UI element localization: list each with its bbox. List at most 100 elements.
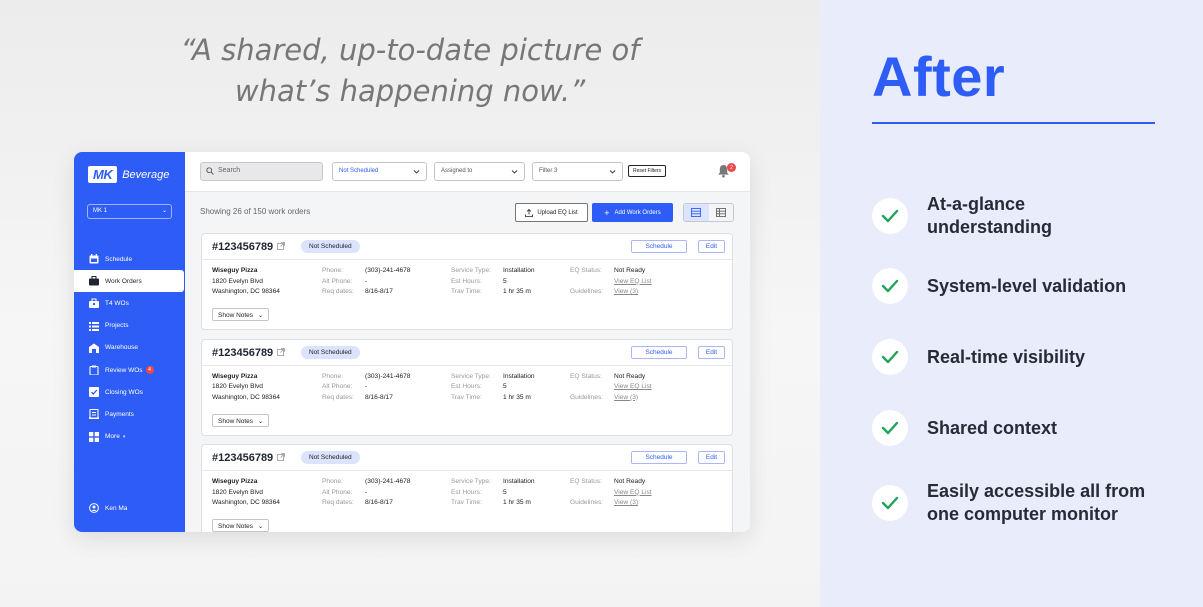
benefit-line-2: one computer monitor: [927, 504, 1119, 524]
check-icon: [872, 268, 908, 304]
work-order-number[interactable]: #123456789: [212, 347, 273, 359]
sidebar-item-warehouse[interactable]: Warehouse: [74, 337, 185, 359]
external-link-icon[interactable]: [277, 242, 285, 250]
external-link-icon[interactable]: [277, 453, 285, 461]
work-order-number[interactable]: #123456789: [212, 452, 273, 464]
sidebar-item-label: Warehouse: [105, 344, 138, 352]
view-guidelines-link[interactable]: View (3): [614, 287, 638, 298]
list-view-button[interactable]: [684, 204, 709, 221]
view-eq-list-link[interactable]: View EQ List: [614, 488, 652, 499]
assigned-filter-select[interactable]: Assigned to: [434, 162, 525, 181]
edit-button[interactable]: Edit: [698, 451, 725, 464]
phone-value: (303)-241-4678: [365, 267, 411, 274]
benefit-text: System-level validation: [927, 275, 1127, 296]
benefit-item: System-level validation: [872, 268, 1177, 304]
chevron-down-icon: ▾: [122, 433, 126, 440]
upload-eq-list-button[interactable]: Upload EQ List: [515, 203, 588, 222]
logo[interactable]: MK Beverage: [88, 166, 169, 183]
benefit-item: Shared context: [872, 410, 1177, 446]
chevron-down-icon: [413, 170, 420, 174]
benefit-item: At-a-glance understanding: [872, 193, 1177, 239]
show-notes-button[interactable]: Show Notes ⌄: [212, 308, 270, 321]
benefit-line-2: understanding: [927, 217, 1052, 237]
card-header: #123456789 Not Scheduled Schedule Edit: [202, 340, 732, 366]
top-bar: Search Not Scheduled Assigned to Filter …: [185, 152, 750, 192]
view-guidelines-link[interactable]: View (3): [614, 498, 638, 509]
req-dates-value: 8/16-8/17: [365, 499, 393, 506]
org-select[interactable]: MK 1 ⌄: [87, 204, 172, 219]
check-icon: [872, 485, 908, 521]
show-notes-button[interactable]: Show Notes ⌄: [212, 413, 270, 427]
review-count-badge: 4: [145, 366, 154, 375]
est-hours-value: 5: [503, 488, 507, 496]
view-eq-list-link[interactable]: View EQ List: [614, 382, 652, 393]
sidebar-item-label: Review WOs: [105, 366, 143, 374]
sidebar-item-label: Payments: [105, 410, 134, 418]
benefit-text: Real-time visibility: [927, 346, 1086, 367]
schedule-button[interactable]: Schedule: [631, 345, 687, 359]
trav-time-label: Trav Time:: [451, 499, 482, 506]
sidebar-item-schedule[interactable]: Schedule: [74, 248, 185, 270]
search-input[interactable]: Search: [200, 162, 323, 181]
phone-label: Phone:: [322, 478, 343, 485]
sidebar-item-payments[interactable]: Payments: [74, 403, 185, 425]
eq-status-label: EQ Status:: [570, 478, 602, 485]
show-notes-button[interactable]: Show Notes ⌄: [212, 519, 270, 532]
schedule-button[interactable]: Schedule: [631, 240, 687, 253]
checkbox-icon: [88, 387, 99, 398]
schedule-button[interactable]: Schedule: [631, 451, 687, 464]
view-eq-list-link[interactable]: View EQ List: [614, 277, 652, 288]
sidebar-item-work-orders[interactable]: Work Orders: [74, 270, 184, 293]
user-menu[interactable]: Ken Ma: [88, 503, 127, 513]
sidebar-item-closing-wos[interactable]: Closing WOs: [74, 381, 185, 403]
check-icon: [872, 410, 908, 446]
briefcase-icon: [88, 276, 99, 286]
benefit-text: At-a-glance understanding: [927, 193, 1177, 239]
work-order-card: #123456789 Not Scheduled Schedule Edit W…: [201, 233, 733, 330]
benefit-line-1: Easily accessible all from: [927, 481, 1146, 501]
sidebar-nav: Schedule Work Orders T4 WOs Projects War…: [74, 248, 185, 448]
external-link-icon[interactable]: [277, 347, 285, 356]
reset-filters-button[interactable]: Reset Filters: [628, 165, 667, 177]
phone-value: (303)-241-4678: [365, 372, 411, 380]
upload-icon: [525, 208, 534, 217]
edit-button[interactable]: Edit: [698, 240, 725, 253]
filter-3-select[interactable]: Filter 3: [532, 162, 623, 181]
alt-phone-value: -: [365, 277, 368, 285]
address-line-1: 1820 Evelyn Blvd: [212, 488, 263, 496]
calendar-icon: [88, 254, 99, 264]
sidebar-item-label: Work Orders: [105, 277, 142, 285]
toolbox-icon: [88, 298, 99, 309]
table-view-button[interactable]: [709, 204, 734, 221]
title-divider: [872, 122, 1155, 124]
schedule-filter-select[interactable]: Not Scheduled: [332, 162, 427, 181]
est-hours-value: 5: [503, 277, 507, 285]
edit-button[interactable]: Edit: [698, 345, 725, 359]
sidebar-item-review-wos[interactable]: Review WOs 4: [74, 359, 185, 381]
phone-value: (303)-241-4678: [365, 478, 411, 485]
work-order-number[interactable]: #123456789: [212, 241, 273, 253]
sidebar-item-t4-wos[interactable]: T4 WOs: [74, 292, 185, 314]
req-dates-value: 8/16-8/17: [365, 288, 393, 295]
list-icon: [88, 321, 99, 331]
add-work-orders-label: Add Work Orders: [614, 209, 661, 216]
chevron-down-icon: ⌄: [257, 312, 264, 319]
trav-time-value: 1 hr 35 m: [503, 393, 531, 401]
upload-eq-list-label: Upload EQ List: [537, 209, 578, 216]
sidebar-item-label: More: [105, 433, 120, 441]
view-guidelines-link[interactable]: View (3): [614, 393, 638, 404]
chevron-down-icon: ⌄: [161, 208, 167, 214]
est-hours-value: 5: [503, 383, 507, 390]
customer-name: Wiseguy Pizza: [212, 478, 258, 485]
sidebar-item-projects[interactable]: Projects: [74, 315, 185, 337]
sidebar-item-more[interactable]: More ▾: [74, 426, 185, 448]
app-window: MK Beverage MK 1 ⌄ Schedule Work Orders …: [74, 152, 750, 532]
add-work-orders-button[interactable]: + Add Work Orders: [592, 203, 673, 222]
trav-time-value: 1 hr 35 m: [503, 288, 531, 295]
search-placeholder: Search: [218, 167, 241, 174]
alt-phone-label: Alt Phone:: [322, 488, 353, 496]
sidebar: MK Beverage MK 1 ⌄ Schedule Work Orders …: [74, 152, 185, 532]
trav-time-label: Trav Time:: [451, 288, 482, 295]
req-dates-label: Req dates:: [322, 393, 354, 401]
benefit-text: Easily accessible all from one computer …: [927, 480, 1177, 526]
